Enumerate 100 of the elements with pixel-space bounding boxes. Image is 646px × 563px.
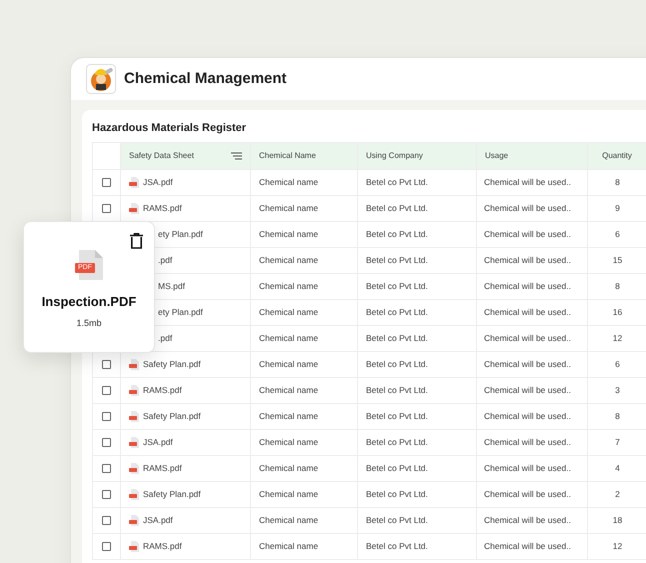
table-cell: Chemical name xyxy=(259,462,318,475)
file-link[interactable]: RAMS.pdf xyxy=(143,540,182,553)
column-header: Chemical Name xyxy=(251,143,358,170)
table-cell: Chemical will be used.. xyxy=(484,254,571,267)
table-cell: Betel co Pvt Ltd. xyxy=(366,540,428,553)
row-checkbox[interactable] xyxy=(102,386,111,395)
table-cell: Chemical name xyxy=(259,540,318,553)
table-cell: 16 xyxy=(612,306,622,319)
table-cell: Betel co Pvt Ltd. xyxy=(366,254,428,267)
table-cell: Chemical name xyxy=(259,202,318,215)
table-cell: Betel co Pvt Ltd. xyxy=(366,384,428,397)
table-cell: Chemical name xyxy=(259,228,318,241)
file-link[interactable]: RAMS.pdf xyxy=(143,384,182,397)
row-checkbox[interactable] xyxy=(102,542,111,551)
table-cell: 12 xyxy=(612,332,622,345)
pdf-file-icon xyxy=(129,385,139,396)
file-link[interactable]: .pdf xyxy=(158,254,172,267)
trash-icon[interactable] xyxy=(130,233,143,249)
table-cell: 6 xyxy=(615,358,620,371)
table-cell: 12 xyxy=(612,540,622,553)
table-cell: Betel co Pvt Ltd. xyxy=(366,436,428,449)
file-link[interactable]: Safety Plan.pdf xyxy=(143,410,201,423)
table-cell: Chemical will be used.. xyxy=(484,202,571,215)
table-cell: 3 xyxy=(615,384,620,397)
table-cell: Chemical name xyxy=(259,176,318,189)
table-cell: Chemical will be used.. xyxy=(484,280,571,293)
table-cell: Chemical will be used.. xyxy=(484,410,571,423)
pdf-file-icon xyxy=(129,515,139,526)
table-cell: Betel co Pvt Ltd. xyxy=(366,202,428,215)
table-cell: Chemical name xyxy=(259,280,318,293)
table-cell: Betel co Pvt Ltd. xyxy=(366,514,428,527)
table-cell: Chemical name xyxy=(259,332,318,345)
worker-logo-icon xyxy=(86,64,116,94)
table-cell: 15 xyxy=(612,254,622,267)
row-checkbox[interactable] xyxy=(102,178,111,187)
column-header: Quantity xyxy=(588,143,646,170)
file-link[interactable]: ety Plan.pdf xyxy=(158,228,203,241)
file-size: 1.5mb xyxy=(76,316,102,330)
pdf-file-icon xyxy=(129,489,139,500)
table-cell: 6 xyxy=(615,228,620,241)
table-cell: 2 xyxy=(615,488,620,501)
table-cell: Chemical will be used.. xyxy=(484,228,571,241)
table-cell: Betel co Pvt Ltd. xyxy=(366,488,428,501)
column-header: Usage xyxy=(477,143,588,170)
table-cell: 8 xyxy=(615,280,620,293)
table-cell: Betel co Pvt Ltd. xyxy=(366,280,428,293)
pdf-file-icon xyxy=(129,177,139,188)
table-cell: Chemical will be used.. xyxy=(484,488,571,501)
pdf-file-icon xyxy=(129,463,139,474)
file-link[interactable]: Safety Plan.pdf xyxy=(143,488,201,501)
pdf-file-icon xyxy=(129,359,139,370)
file-link[interactable]: Safety Plan.pdf xyxy=(143,358,201,371)
file-link[interactable]: ety Plan.pdf xyxy=(158,306,203,319)
table-cell: Chemical will be used.. xyxy=(484,462,571,475)
table-cell: Chemical will be used.. xyxy=(484,332,571,345)
file-link[interactable]: JSA.pdf xyxy=(143,436,173,449)
file-name: Inspection.PDF xyxy=(42,293,136,311)
file-link[interactable]: .pdf xyxy=(158,332,172,345)
table-cell: Chemical will be used.. xyxy=(484,436,571,449)
table-cell: Chemical will be used.. xyxy=(484,306,571,319)
table-cell: Betel co Pvt Ltd. xyxy=(366,462,428,475)
row-checkbox[interactable] xyxy=(102,490,111,499)
table-cell: Chemical name xyxy=(259,514,318,527)
table-cell: 8 xyxy=(615,410,620,423)
row-checkbox[interactable] xyxy=(102,464,111,473)
pdf-file-icon xyxy=(129,411,139,422)
table-cell: Betel co Pvt Ltd. xyxy=(366,358,428,371)
row-checkbox[interactable] xyxy=(102,438,111,447)
panel-title: Hazardous Materials Register xyxy=(92,121,248,136)
table-cell: Chemical name xyxy=(259,306,318,319)
table-cell: Chemical name xyxy=(259,410,318,423)
table-cell: 4 xyxy=(615,462,620,475)
column-header: Using Company xyxy=(358,143,477,170)
table-cell: 8 xyxy=(615,176,620,189)
file-link[interactable]: JSA.pdf xyxy=(143,176,173,189)
pdf-file-icon xyxy=(129,203,139,214)
row-checkbox[interactable] xyxy=(102,204,111,213)
table-cell: Betel co Pvt Ltd. xyxy=(366,332,428,345)
table-cell: Betel co Pvt Ltd. xyxy=(366,306,428,319)
row-checkbox[interactable] xyxy=(102,516,111,525)
file-link[interactable]: RAMS.pdf xyxy=(143,462,182,475)
file-link[interactable]: JSA.pdf xyxy=(143,514,173,527)
row-checkbox[interactable] xyxy=(102,360,111,369)
filter-icon[interactable] xyxy=(231,152,242,160)
table-cell: Chemical will be used.. xyxy=(484,384,571,397)
table-cell: Betel co Pvt Ltd. xyxy=(366,176,428,189)
table-cell: 9 xyxy=(615,202,620,215)
table-cell: Chemical name xyxy=(259,436,318,449)
table-cell: Chemical will be used.. xyxy=(484,514,571,527)
table-cell: Chemical name xyxy=(259,254,318,267)
row-checkbox[interactable] xyxy=(102,412,111,421)
table-cell: Chemical name xyxy=(259,358,318,371)
table-cell: Chemical name xyxy=(259,488,318,501)
table-cell: Chemical will be used.. xyxy=(484,540,571,553)
table-cell: Chemical will be used.. xyxy=(484,358,571,371)
file-link[interactable]: MS.pdf xyxy=(158,280,185,293)
pdf-file-icon xyxy=(129,541,139,552)
window-title: Chemical Management xyxy=(124,68,287,89)
pdf-file-icon xyxy=(129,437,139,448)
file-link[interactable]: RAMS.pdf xyxy=(143,202,182,215)
